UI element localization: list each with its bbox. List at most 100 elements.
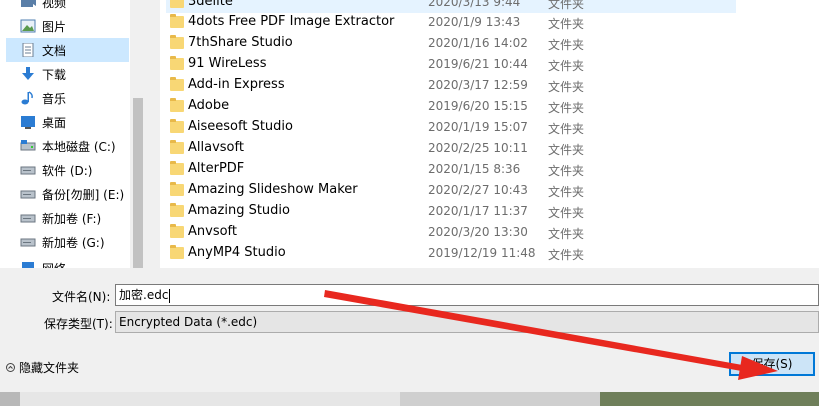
file-name: 4dots Free PDF Image Extractor (188, 14, 395, 29)
sidebar-item-label: 下载 (42, 67, 67, 82)
sidebar-item-drive-e[interactable]: 备份[勿删] (E:) (6, 182, 129, 206)
sidebar-item-downloads[interactable]: 下载 (6, 62, 129, 86)
folder-icon (170, 56, 184, 70)
sidebar-item-documents[interactable]: 文档 (6, 38, 129, 62)
file-name: Amazing Slideshow Maker (188, 182, 358, 197)
sidebar-item-network[interactable]: 网络 (6, 256, 129, 268)
list-item[interactable]: 91 WireLess 2019/6/21 10:44 文件夹 (166, 54, 736, 75)
file-list-margin (738, 0, 819, 268)
folder-icon (170, 182, 184, 196)
video-icon (20, 0, 36, 9)
list-item[interactable]: Aiseesoft Studio 2020/1/19 15:07 文件夹 (166, 117, 736, 138)
drive-icon (20, 139, 36, 153)
file-date: 2020/2/27 10:43 (428, 183, 528, 197)
file-name: Anvsoft (188, 224, 237, 239)
documents-icon (20, 42, 36, 58)
list-item[interactable]: AlterPDF 2020/1/15 8:36 文件夹 (166, 159, 736, 180)
folder-icon (170, 119, 184, 133)
sidebar-item-label: 新加卷 (G:) (42, 235, 105, 250)
list-item[interactable]: Anvsoft 2020/3/20 13:30 文件夹 (166, 222, 736, 243)
file-type: 文件夹 (548, 59, 585, 73)
file-type: 文件夹 (548, 17, 585, 31)
file-name: 91 WireLess (188, 56, 267, 71)
sidebar-item-label: 文档 (42, 43, 67, 58)
sidebar-item-pictures[interactable]: 图片 (6, 14, 129, 38)
list-item[interactable]: Adobe 2019/6/20 15:15 文件夹 (166, 96, 736, 117)
filename-label: 文件名(N): (52, 290, 111, 304)
file-date: 2020/3/20 13:30 (428, 225, 528, 239)
file-date: 2020/3/13 9:44 (428, 0, 521, 9)
download-icon (20, 67, 36, 81)
folder-icon (170, 140, 184, 154)
filetype-label: 保存类型(T): (44, 317, 113, 331)
sidebar-item-desktop[interactable]: 桌面 (6, 110, 129, 134)
folder-icon (170, 245, 184, 259)
pictures-icon (20, 19, 36, 33)
file-name: AnyMP4 Studio (188, 245, 286, 260)
file-date: 2019/6/21 10:44 (428, 57, 528, 71)
hide-folders-label: 隐藏文件夹 (19, 361, 80, 375)
sidebar-item-label: 备份[勿删] (E:) (42, 187, 125, 202)
sidebar-item-label: 本地磁盘 (C:) (42, 139, 116, 154)
file-name: Add-in Express (188, 77, 285, 92)
file-date: 2019/12/19 11:48 (428, 246, 536, 260)
sidebar-item-drive-c[interactable]: 本地磁盘 (C:) (6, 134, 129, 158)
sidebar-item-drive-f[interactable]: 新加卷 (F:) (6, 206, 129, 230)
file-name: 3delite (188, 0, 233, 9)
sidebar-item-label: 网络 (42, 260, 66, 269)
sidebar-item-label: 图片 (42, 19, 67, 34)
folder-icon (170, 77, 184, 91)
folder-icon (170, 14, 184, 28)
save-button[interactable]: 保存(S) (729, 352, 815, 376)
list-item[interactable]: Add-in Express 2020/3/17 12:59 文件夹 (166, 75, 736, 96)
file-name: Aiseesoft Studio (188, 119, 293, 134)
file-list: 3delite 2020/3/13 9:44 文件夹 4dots Free PD… (160, 0, 738, 268)
file-type: 文件夹 (548, 0, 585, 11)
sidebar-scrollbar-thumb[interactable] (133, 98, 143, 268)
file-date: 2020/3/17 12:59 (428, 78, 528, 92)
file-name: AlterPDF (188, 161, 245, 176)
text-caret (169, 288, 171, 303)
folder-icon (170, 35, 184, 49)
chevron-up-icon (6, 363, 15, 372)
folder-icon (170, 98, 184, 112)
filename-input[interactable]: 加密.edc (115, 284, 819, 306)
file-date: 2019/6/20 15:15 (428, 99, 528, 113)
sidebar-item-label: 桌面 (42, 115, 67, 130)
list-item[interactable]: Allavsoft 2020/2/25 10:11 文件夹 (166, 138, 736, 159)
file-type: 文件夹 (548, 38, 585, 52)
filetype-value: Encrypted Data (*.edc) (119, 315, 258, 329)
hide-folders-toggle[interactable]: 隐藏文件夹 (6, 359, 79, 376)
list-item[interactable]: Amazing Slideshow Maker 2020/2/27 10:43 … (166, 180, 736, 201)
filetype-select[interactable]: Encrypted Data (*.edc) (115, 311, 819, 333)
folder-icon (170, 161, 184, 175)
desktop-icon (20, 115, 36, 129)
folder-icon (170, 224, 184, 238)
list-item[interactable]: 7thShare Studio 2020/1/16 14:02 文件夹 (166, 33, 736, 54)
file-name: Amazing Studio (188, 203, 290, 218)
background-window-strip (0, 392, 819, 406)
file-date: 2020/1/17 11:37 (428, 204, 528, 218)
file-date: 2020/1/19 15:07 (428, 120, 528, 134)
file-type: 文件夹 (548, 227, 585, 241)
file-name: 7thShare Studio (188, 35, 293, 50)
drive-icon (20, 187, 36, 201)
file-type: 文件夹 (548, 248, 585, 262)
music-icon (20, 91, 36, 105)
drive-icon (20, 235, 36, 249)
list-item[interactable]: AnyMP4 Studio 2019/12/19 11:48 文件夹 (166, 243, 736, 264)
sidebar-item-label: 新加卷 (F:) (42, 211, 102, 226)
file-type: 文件夹 (548, 122, 585, 136)
drive-icon (20, 163, 36, 177)
file-name: Adobe (188, 98, 230, 113)
file-type: 文件夹 (548, 80, 585, 94)
folder-icon (170, 0, 184, 8)
list-item[interactable]: Amazing Studio 2020/1/17 11:37 文件夹 (166, 201, 736, 222)
sidebar-item-drive-g[interactable]: 新加卷 (G:) (6, 230, 129, 254)
sidebar-item-music[interactable]: 音乐 (6, 86, 129, 110)
list-item[interactable]: 4dots Free PDF Image Extractor 2020/1/9 … (166, 12, 736, 33)
filename-value: 加密.edc (119, 288, 169, 302)
sidebar-item-videos[interactable]: 视频 (6, 0, 129, 14)
sidebar-item-drive-d[interactable]: 软件 (D:) (6, 158, 129, 182)
network-icon (20, 261, 36, 268)
